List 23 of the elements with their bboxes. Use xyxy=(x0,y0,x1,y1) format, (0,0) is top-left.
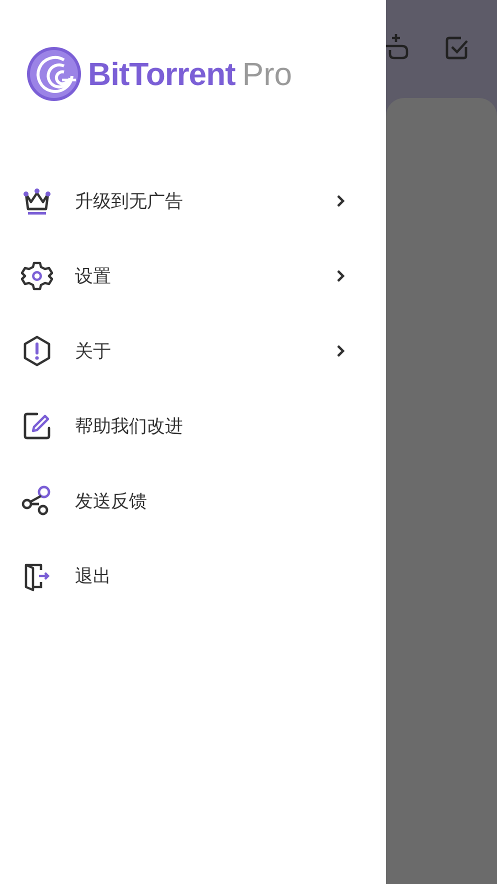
menu-label: 关于 xyxy=(75,340,112,362)
share-icon xyxy=(21,484,53,516)
menu-item[interactable]: 帮助我们改进 xyxy=(0,388,386,463)
menu-label: 设置 xyxy=(75,264,112,288)
checkbox-icon[interactable] xyxy=(444,35,470,61)
menu-item[interactable]: 关于 xyxy=(0,313,386,388)
chevron-icon xyxy=(336,344,346,358)
menu-label: 退出 xyxy=(75,564,112,588)
chevron-icon xyxy=(336,194,346,208)
add-icon[interactable] xyxy=(386,32,410,60)
info-icon xyxy=(21,334,53,366)
menu-item[interactable]: 设置 xyxy=(0,238,386,313)
menu-label: 升级到无广告 xyxy=(75,190,184,212)
menu-item[interactable]: 发送反馈 xyxy=(0,463,386,538)
logo-name: BitTorrent xyxy=(88,56,236,92)
chevron-icon xyxy=(336,268,346,282)
menu-item[interactable]: 退出 xyxy=(0,538,386,613)
logo-suffix: Pro xyxy=(242,56,292,92)
logo-icon xyxy=(26,46,82,102)
settings-icon xyxy=(21,260,53,292)
menu-label: 发送反馈 xyxy=(75,490,148,512)
menu-item[interactable]: 升级到无广告 xyxy=(0,163,386,238)
menu-label: 帮助我们改进 xyxy=(75,414,184,438)
